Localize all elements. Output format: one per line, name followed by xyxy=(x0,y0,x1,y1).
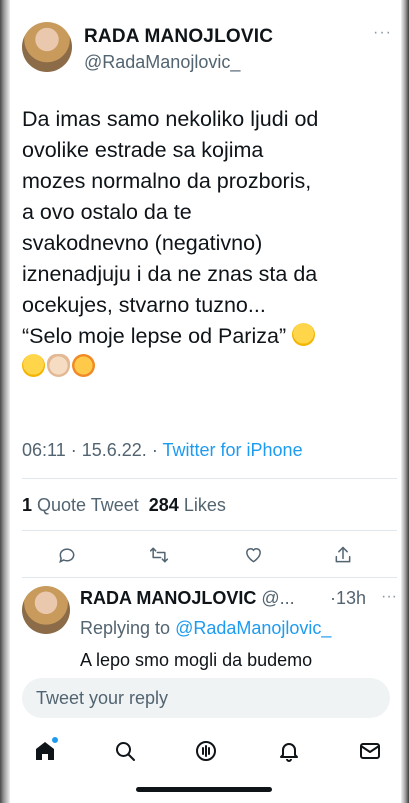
replying-to: Replying to @RadaManojlovic_ xyxy=(80,618,331,639)
more-options-icon[interactable]: ··· xyxy=(373,24,392,42)
tweet-source-link[interactable]: Twitter for iPhone xyxy=(163,440,303,460)
divider xyxy=(22,577,397,578)
reply-icon[interactable] xyxy=(54,542,80,568)
like-count[interactable]: 284 xyxy=(149,495,179,515)
quote-count[interactable]: 1 xyxy=(22,495,32,515)
like-label[interactable]: Likes xyxy=(184,495,226,515)
tab-messages[interactable] xyxy=(355,736,385,766)
divider xyxy=(22,530,397,531)
author-name[interactable]: RADA MANOJLOVIC xyxy=(84,26,273,48)
right-screen-edge xyxy=(401,0,409,803)
home-indicator[interactable] xyxy=(136,787,272,792)
tweet-date: 15.6.22. xyxy=(81,440,147,460)
tweet-text-content: Da imas samo nekoliko ljudi od ovolike e… xyxy=(22,107,319,348)
bell-icon xyxy=(280,743,298,762)
replying-prefix: Replying to xyxy=(80,618,171,638)
replying-mention-link[interactable]: @RadaManojlovic_ xyxy=(175,618,331,638)
tweet-actions xyxy=(22,542,397,568)
reply-author-display-name: RADA MANOJLOVIC xyxy=(80,588,257,608)
tab-home[interactable] xyxy=(30,736,60,766)
author-handle[interactable]: @RadaManojlovic_ xyxy=(84,52,240,73)
spaces-icon xyxy=(196,741,216,761)
divider xyxy=(22,478,397,479)
tweet-text: Da imas samo nekoliko ljudi od ovolike e… xyxy=(22,104,394,383)
tweet-stats: 1 Quote Tweet 284 Likes xyxy=(22,495,226,516)
heart-icon[interactable] xyxy=(240,542,266,568)
left-screen-edge xyxy=(0,0,10,803)
tweet-reply-input[interactable] xyxy=(22,678,390,718)
reply-author-avatar[interactable] xyxy=(22,586,70,634)
quote-label[interactable]: Quote Tweet xyxy=(37,495,139,515)
tab-notifications[interactable] xyxy=(274,736,304,766)
tweet-meta: 06:11 · 15.6.22. · Twitter for iPhone xyxy=(22,440,303,461)
grin-emoji-icon xyxy=(22,354,45,377)
mail-icon xyxy=(360,743,380,759)
reply-more-options-icon[interactable]: ··· xyxy=(381,588,397,606)
reply-author-name[interactable]: RADA MANOJLOVIC @... xyxy=(80,588,295,609)
meta-separator-2: · xyxy=(151,440,158,460)
tweet-header: RADA MANOJLOVIC @RadaManojlovic_ ··· xyxy=(22,22,392,74)
reply-time: ·13h xyxy=(330,588,367,608)
search-icon xyxy=(116,742,135,761)
reply-author-handle: @... xyxy=(261,588,295,608)
author-avatar[interactable] xyxy=(22,22,72,72)
bottom-tab-bar xyxy=(10,730,401,774)
home-notification-dot xyxy=(52,737,58,743)
retweet-icon[interactable] xyxy=(146,542,172,568)
party-emoji-icon xyxy=(72,354,95,377)
ok-hand-emoji-icon xyxy=(47,354,70,377)
share-icon[interactable] xyxy=(330,542,356,568)
reply-tweet[interactable]: RADA MANOJLOVIC @... ·13h ··· Replying t… xyxy=(22,586,397,670)
reply-text: A lepo smo mogli da budemo xyxy=(80,650,313,670)
tab-spaces[interactable] xyxy=(191,736,221,766)
rofl-emoji-icon xyxy=(292,323,316,346)
tab-search[interactable] xyxy=(110,736,140,766)
meta-separator: · xyxy=(70,440,77,460)
tweet-time: 06:11 xyxy=(22,440,66,460)
